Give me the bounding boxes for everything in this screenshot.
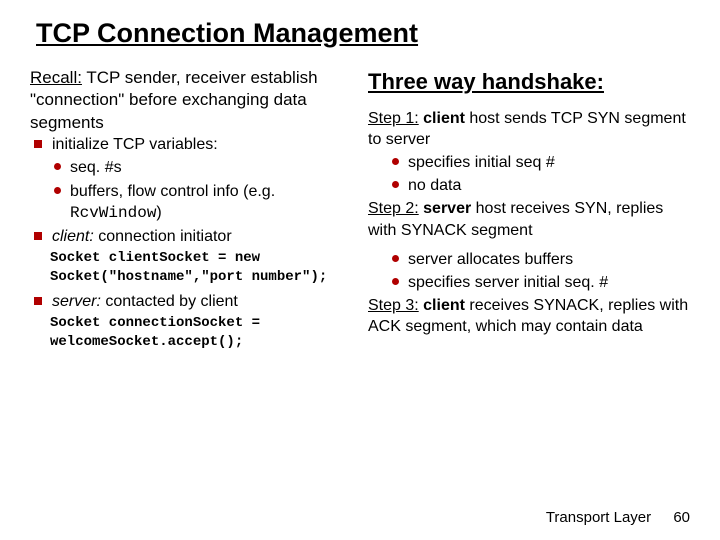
code-client: Socket clientSocket = new Socket("hostna… — [50, 249, 352, 287]
sub-seq: seq. #s — [30, 157, 352, 178]
content-columns: Recall: TCP sender, receiver establish "… — [30, 67, 690, 356]
step3: Step 3: client receives SYNACK, replies … — [368, 295, 690, 337]
step2-bold: server — [419, 200, 472, 217]
bullet-client-label: client: — [52, 228, 94, 245]
recall-label: Recall: — [30, 68, 82, 87]
step2-label: Step 2: — [368, 200, 419, 217]
bullet-client-text: connection initiator — [94, 228, 232, 245]
step1: Step 1: client host sends TCP SYN segmen… — [368, 108, 690, 150]
bullet-server-text: contacted by client — [101, 293, 238, 310]
sub-buffers-b: ) — [156, 204, 161, 221]
code-server: Socket connectionSocket = welcomeSocket.… — [50, 314, 352, 352]
step1-sub2: no data — [368, 175, 690, 196]
bullet-server-label: server: — [52, 293, 101, 310]
footer-label: Transport Layer — [546, 509, 651, 526]
footer-page: 60 — [673, 509, 690, 526]
step3-bold: client — [419, 297, 465, 314]
right-column: Three way handshake: Step 1: client host… — [368, 67, 690, 356]
bullet-server: server: contacted by client — [30, 291, 352, 312]
step2: Step 2: server host receives SYN, replie… — [368, 198, 690, 240]
sub-buffers-a: buffers, flow control info (e.g. — [70, 183, 275, 200]
step2-sub1: server allocates buffers — [368, 249, 690, 270]
step1-label: Step 1: — [368, 110, 419, 127]
step3-label: Step 3: — [368, 297, 419, 314]
step1-sub1: specifies initial seq # — [368, 152, 690, 173]
step2-sub2: specifies server initial seq. # — [368, 272, 690, 293]
left-column: Recall: TCP sender, receiver establish "… — [30, 67, 352, 356]
recall-block: Recall: TCP sender, receiver establish "… — [30, 67, 352, 134]
handshake-heading: Three way handshake: — [368, 67, 690, 96]
sub-buffers: buffers, flow control info (e.g. RcvWind… — [30, 181, 352, 224]
sub-buffers-code: RcvWindow — [70, 204, 156, 222]
footer: Transport Layer 60 — [546, 509, 690, 526]
slide-title: TCP Connection Management — [36, 18, 690, 49]
step1-bold: client — [419, 110, 465, 127]
bullet-init-vars: initialize TCP variables: — [30, 134, 352, 155]
bullet-client: client: connection initiator — [30, 226, 352, 247]
